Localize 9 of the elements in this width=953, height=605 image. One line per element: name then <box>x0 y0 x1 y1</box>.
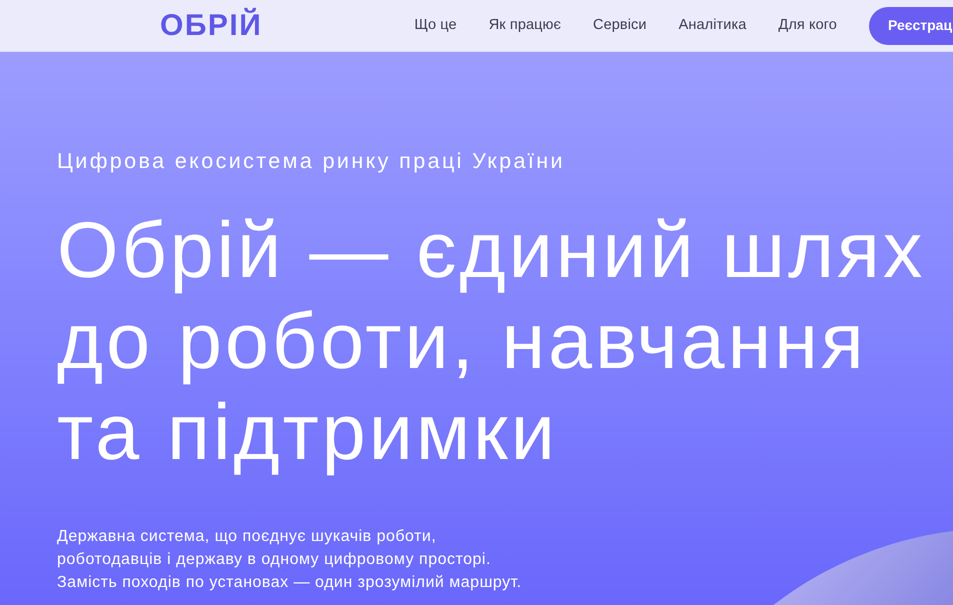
nav-link[interactable]: Для кого <box>778 14 837 36</box>
register-button[interactable]: Реєстрац <box>868 6 953 44</box>
nav-link[interactable]: Що це <box>414 14 457 36</box>
nav-link[interactable]: Як працює <box>488 14 562 36</box>
hero-eyebrow: Цифрова екосистема ринку праці України <box>57 148 565 174</box>
nav-link[interactable]: Аналітика <box>678 14 746 36</box>
hero-description: Державна система, що поєднує шукачів роботи, роботодавців і державу в одному цифровому просторі. Замість походів по установах — один зрозумілий маршрут. <box>57 527 522 593</box>
nav-link[interactable]: Сервіси <box>593 14 647 36</box>
hero-title: Обрій — єдиний шлях до роботи, навчання та підтримки <box>57 204 926 477</box>
